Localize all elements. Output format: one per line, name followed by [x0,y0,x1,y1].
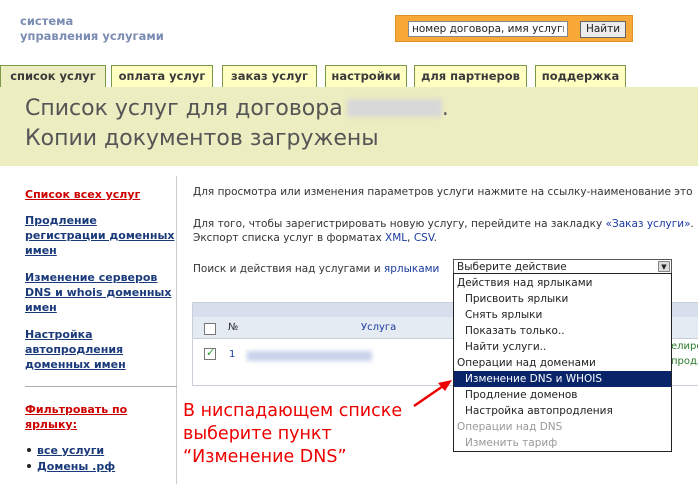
action-select[interactable]: Выберите действие ▼ [453,259,672,274]
chevron-down-icon[interactable]: ▼ [658,261,670,272]
search-input[interactable] [408,21,568,37]
filter-label: Фильтровать по ярлыку: [25,403,128,431]
intro-text: Для просмотра или изменения параметров у… [193,186,693,198]
register-text: Для того, чтобы зарегистрировать новую у… [193,218,694,230]
option-renew-domains[interactable]: Продление доменов [454,387,671,403]
sidebar-item-renewal[interactable]: Продление регистрации доменных имен [25,213,175,258]
option-assign-labels[interactable]: Присвоить ярлыки [454,291,671,307]
option-show-only[interactable]: Показать только.. [454,323,671,339]
logo[interactable]: система управления услугами [20,14,164,44]
tab-settings[interactable]: настройки [325,65,407,87]
instruction-annotation: В ниспадающем списке выберите пункт “Изм… [183,400,402,469]
option-group-domains: Операции над доменами [457,357,596,369]
select-all-checkbox[interactable] [204,323,216,335]
tab-services-list[interactable]: список услуг [0,65,106,88]
page-title-end: . [441,96,449,121]
sidebar: Список всех услуг Продление регистрации … [9,176,177,484]
filter-item-rf-domains[interactable]: Домены .рф [27,460,115,473]
tab-payment[interactable]: оплата услуг [111,65,213,87]
option-group-dns: Операции над DNS [457,421,563,433]
option-remove-labels[interactable]: Снять ярлыки [454,307,671,323]
logo-line2: управления услугами [20,29,164,43]
labels-link[interactable]: ярлыками [384,263,440,275]
bullet-icon [27,448,31,452]
option-group-labels: Действия над ярлыками [457,277,593,289]
row-checkbox[interactable] [204,346,216,360]
annotation-line1: В ниспадающем списке [183,401,403,421]
export-text: Экспорт списка услуг в форматах XML, CSV… [193,232,437,244]
sidebar-item-dns-change[interactable]: Изменение серверов DNS и whois доменных … [25,270,175,315]
title-band: Список услуг для договора. Копии докумен… [0,87,698,166]
sidebar-divider [25,386,177,387]
row-status-2[interactable]: продл [671,356,698,367]
tab-partners[interactable]: для партнеров [414,65,527,87]
page-title: Список услуг для договора. [25,96,449,121]
sidebar-item-all-services[interactable]: Список всех услуг [25,187,175,202]
tab-bar: список услуг оплата услуг заказ услуг на… [0,65,698,88]
bullet-icon [27,464,31,468]
logo-line1: система [20,14,74,28]
annotation-line3: “Изменение DNS” [183,447,347,467]
arrow-icon [413,380,452,408]
contract-number-redacted [346,99,442,117]
page-subtitle: Копии документов загружены [25,126,379,151]
search-button[interactable]: Найти [580,21,626,38]
export-csv-link[interactable]: CSV [414,232,434,244]
tab-order[interactable]: заказ услуг [222,65,317,87]
option-change-dns-whois[interactable]: Изменение DNS и WHOIS [454,371,671,387]
service-name-redacted[interactable] [247,351,372,361]
row-number: 1 [229,349,236,360]
action-select-value: Выберите действие [457,261,567,273]
order-tab-link[interactable]: «Заказ услуги» [606,218,691,230]
filter-item-all[interactable]: все услуги [27,444,104,457]
search-actions-text: Поиск и действия над услугами и ярлыками [193,263,440,275]
option-change-tariff: Изменить тариф [465,437,558,449]
search-panel: Найти [395,15,633,42]
action-dropdown-list: Действия над ярлыками Присвоить ярлыки С… [453,273,672,452]
annotation-line2: выберите пункт [183,424,332,444]
col-number: № [228,322,239,333]
option-autorenew-setup[interactable]: Настройка автопродления [454,403,671,419]
col-service[interactable]: Услуга [361,322,396,333]
row-status-1[interactable]: елиро [671,341,698,352]
option-find-services[interactable]: Найти услуги.. [454,339,671,355]
sidebar-item-autorenew[interactable]: Настройка автопродления доменных имен [25,327,175,372]
export-xml-link[interactable]: XML [385,232,407,244]
page-title-text: Список услуг для договора [25,96,343,121]
tab-support[interactable]: поддержка [535,65,626,87]
